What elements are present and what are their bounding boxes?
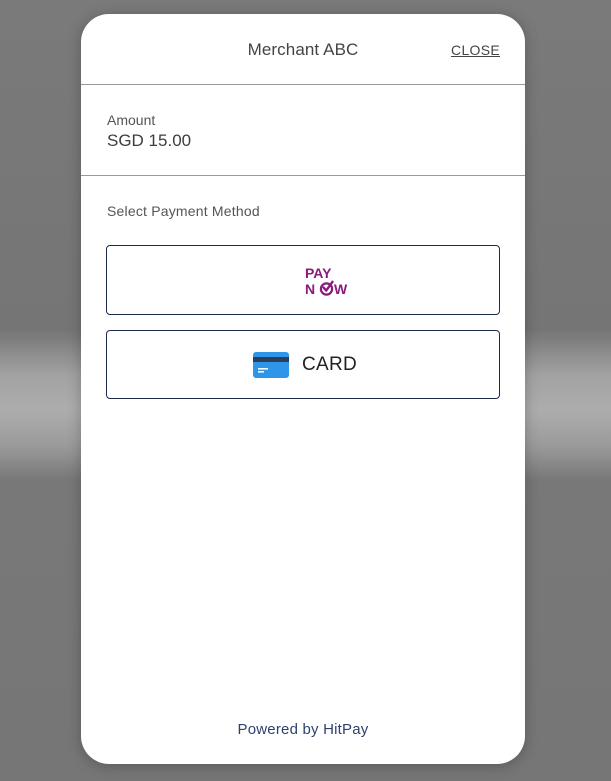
paynow-logo: PAY N W [305, 265, 348, 297]
select-payment-method-label: Select Payment Method [107, 203, 260, 219]
close-button[interactable]: CLOSE [451, 42, 500, 58]
paynow-logo-text-top: PAY [305, 265, 332, 281]
paynow-logo-text-w: W [334, 281, 348, 297]
amount-section: Amount SGD 15.00 [81, 85, 525, 176]
payment-modal: Merchant ABC CLOSE Amount SGD 15.00 Sele… [81, 14, 525, 764]
card-button-content: CARD [253, 352, 357, 378]
powered-by-footer: Powered by HitPay [237, 721, 369, 738]
credit-card-icon [253, 352, 289, 378]
card-label: CARD [302, 354, 358, 375]
amount-label: Amount [107, 112, 156, 128]
card-button[interactable]: CARD [106, 330, 500, 399]
amount-value: SGD 15.00 [107, 131, 192, 150]
paynow-button[interactable]: PAY N W [106, 245, 500, 315]
modal-header: Merchant ABC CLOSE [81, 14, 525, 85]
paynow-logo-text-n: N [305, 281, 315, 297]
